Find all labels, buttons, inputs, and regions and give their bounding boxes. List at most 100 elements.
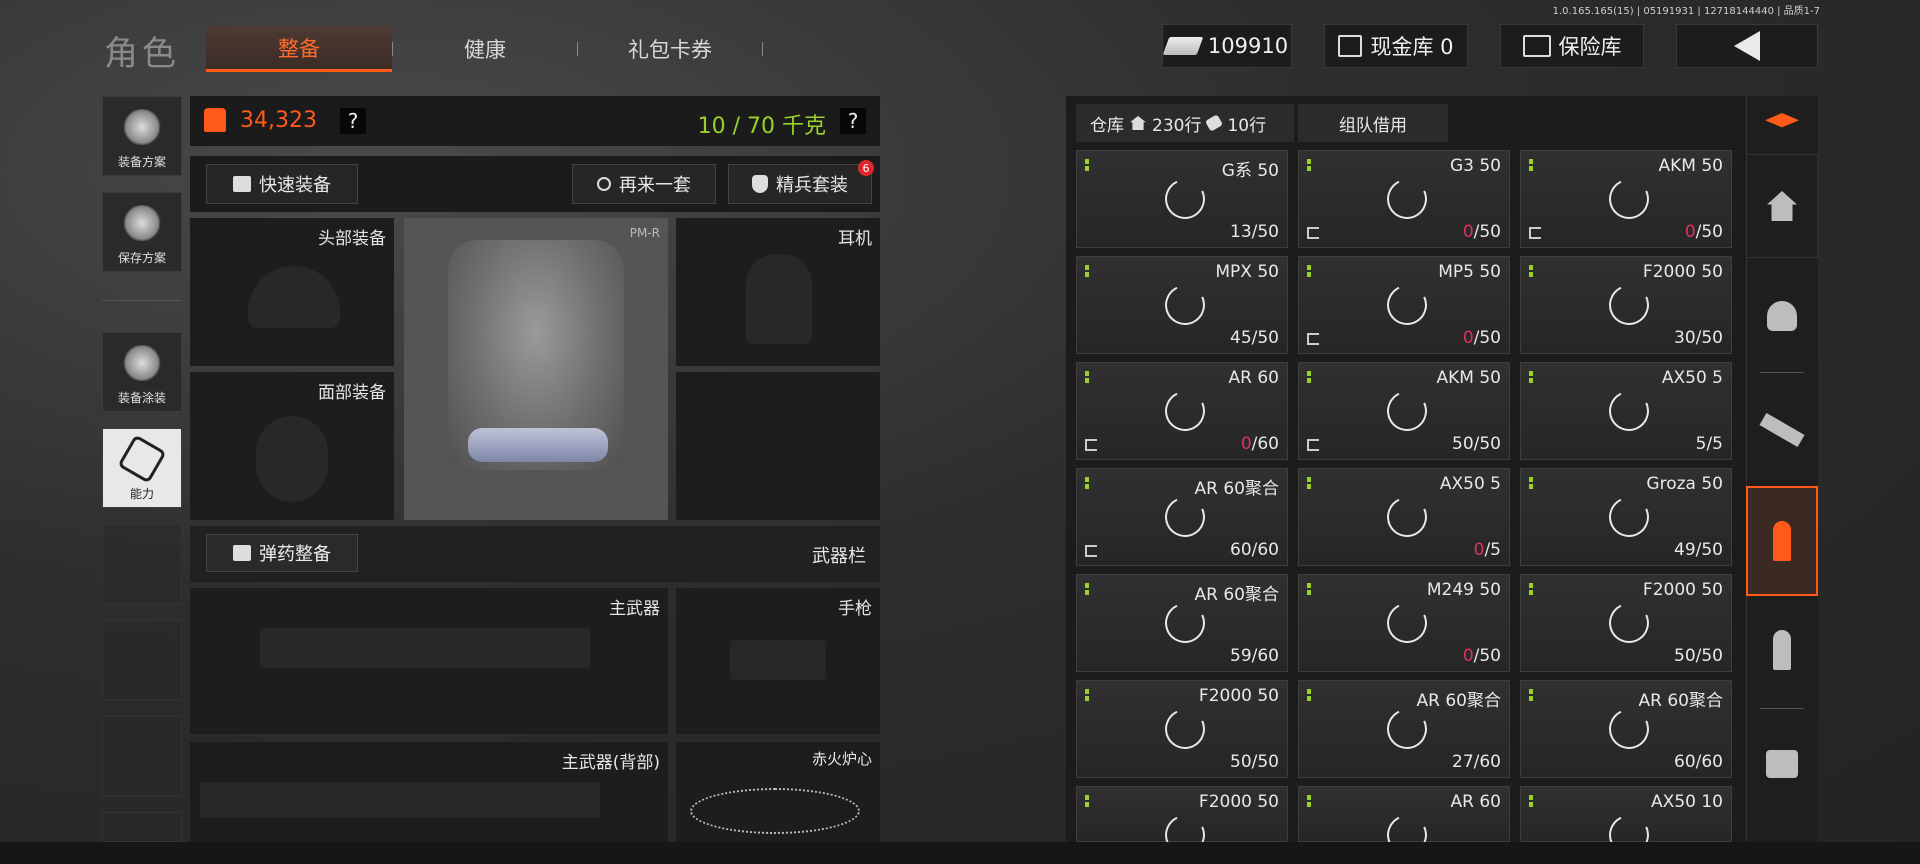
category-home[interactable] [1746, 154, 1818, 258]
tab-gift-cards[interactable]: 礼包卡券 [577, 26, 763, 72]
ammo-card[interactable]: AR 60聚合 60/60 [1520, 680, 1732, 778]
elite-set-button[interactable]: 精兵套装 [728, 164, 872, 204]
ammo-card[interactable]: AKM 50 0/50 [1520, 150, 1732, 248]
back-weapon-slot[interactable]: 主武器(背部) [190, 742, 668, 842]
ammo-card[interactable]: F2000 50 [1076, 786, 1288, 861]
ammo-name: F2000 50 [1642, 262, 1723, 282]
ammo-count-current: 50 [1230, 752, 1252, 772]
team-borrow-label: 组队借用 [1339, 115, 1407, 136]
ammo-count: 27/60 [1452, 752, 1501, 772]
ammo-count: 60/60 [1230, 540, 1279, 560]
loadout-plan-button[interactable]: 装备方案 [102, 96, 182, 176]
ammo-card[interactable]: AKM 50 50/50 [1298, 362, 1510, 460]
ammo-count: 45/50 [1230, 328, 1279, 348]
ammo-card[interactable]: MP5 50 0/50 [1298, 256, 1510, 354]
elite-badge: 6 [858, 160, 874, 176]
ammo-card[interactable]: G3 50 0/50 [1298, 150, 1510, 248]
team-borrow-tab[interactable]: 组队借用 [1298, 104, 1448, 142]
cash-icon [1162, 37, 1204, 55]
tab-health[interactable]: 健康 [392, 26, 578, 72]
empty-gear-slot[interactable] [676, 372, 880, 520]
move-out-icon [1307, 333, 1319, 345]
pistol-slot[interactable]: 手枪 [676, 588, 880, 734]
loading-spinner-icon [1159, 491, 1211, 543]
ammo-card[interactable]: M249 50 0/50 [1298, 574, 1510, 672]
weight-help-button[interactable]: ? [840, 108, 866, 134]
ammo-count-current: 60 [1230, 540, 1252, 560]
ability-button[interactable]: 能力 [102, 428, 182, 508]
ammo-card[interactable]: AX50 5 0/5 [1298, 468, 1510, 566]
ammo-count-max: /50 [1695, 328, 1723, 348]
ammo-name: Groza 50 [1646, 474, 1723, 494]
ammo-count: 0/60 [1241, 434, 1279, 454]
head-gear-slot[interactable]: 头部装备 [190, 218, 394, 366]
category-weapon[interactable] [1746, 380, 1818, 480]
ammo-count-max: /5 [1706, 434, 1723, 454]
headset-slot[interactable]: 耳机 [676, 218, 880, 366]
loading-spinner-icon [1603, 173, 1655, 225]
cash-vault-label: 现金库 0 [1370, 35, 1454, 59]
equipment-skin-label: 装备涂装 [117, 391, 166, 405]
ammo-card[interactable]: G系 50 13/50 [1076, 150, 1288, 248]
ammo-card[interactable]: AX50 5 5/5 [1520, 362, 1732, 460]
quality-indicator [1307, 477, 1311, 489]
ammo-prep-button[interactable]: 弹药整备 [206, 534, 358, 572]
quality-indicator [1085, 795, 1089, 807]
ammo-card[interactable]: MPX 50 45/50 [1076, 256, 1288, 354]
repeat-set-button[interactable]: 再来一套 [572, 164, 716, 204]
rifle-silhouette-icon [200, 782, 600, 818]
ammo-card[interactable]: AR 60聚合 60/60 [1076, 468, 1288, 566]
value-help-button[interactable]: ? [340, 108, 366, 134]
safe-button[interactable]: 保险库 [1500, 24, 1644, 68]
money-value: 109910 [1207, 34, 1289, 58]
ammo-count-max: /60 [1251, 540, 1279, 560]
ammo-card[interactable]: F2000 50 50/50 [1076, 680, 1288, 778]
cash-vault-button[interactable]: 现金库 0 [1324, 24, 1468, 68]
primary-weapon-slot[interactable]: 主武器 [190, 588, 668, 734]
ammo-name: G3 50 [1449, 156, 1501, 176]
quality-indicator [1085, 371, 1089, 383]
ammo-card[interactable]: AX50 10 [1520, 786, 1732, 861]
move-out-icon [1529, 227, 1541, 239]
quality-indicator [1529, 477, 1533, 489]
headset-silhouette-icon [746, 254, 812, 344]
ammo-name: AX50 5 [1439, 474, 1501, 494]
loading-spinner-icon [1381, 597, 1433, 649]
ammo-name: AKM 50 [1436, 368, 1501, 388]
refresh-icon [597, 177, 611, 191]
ammo-card[interactable]: AR 60聚合 27/60 [1298, 680, 1510, 778]
shield-icon [752, 175, 768, 193]
category-ammo[interactable] [1746, 486, 1818, 596]
tab-equip[interactable]: 整备 [206, 26, 392, 72]
save-plan-button[interactable]: 保存方案 [102, 192, 182, 272]
bottom-bar [0, 842, 1920, 864]
ammo-count: 50/50 [1674, 646, 1723, 666]
ammo-card[interactable]: AR 60 0/60 [1076, 362, 1288, 460]
loading-spinner-icon [1159, 703, 1211, 755]
category-backpack[interactable] [1746, 714, 1818, 814]
quick-equip-button[interactable]: 快速装备 [206, 164, 358, 204]
home-small-icon [1130, 116, 1146, 130]
quality-indicator [1307, 583, 1311, 595]
loading-spinner-icon [1381, 491, 1433, 543]
ammo-card[interactable]: AR 60聚合 59/60 [1076, 574, 1288, 672]
ammo-card[interactable]: Groza 50 49/50 [1520, 468, 1732, 566]
equipment-skin-button[interactable]: 装备涂装 [102, 332, 182, 412]
back-button[interactable] [1676, 24, 1818, 68]
body-armor-slot[interactable]: PM-R [404, 218, 668, 520]
category-ammo-gray[interactable] [1746, 600, 1818, 700]
warehouse-tab[interactable]: 仓库 230行 10行 [1076, 104, 1294, 142]
ammo-count-current: 60 [1674, 752, 1696, 772]
charm-slot[interactable]: 赤火炉心 [676, 742, 880, 842]
category-helmet[interactable] [1746, 266, 1818, 366]
ammo-card[interactable]: AR 60 [1298, 786, 1510, 861]
sidebar-empty-slot [102, 716, 182, 796]
loading-spinner-icon [1381, 173, 1433, 225]
face-gear-slot[interactable]: 面部装备 [190, 372, 394, 520]
quality-indicator [1307, 689, 1311, 701]
ticket-icon [1205, 114, 1224, 132]
ammo-name: MP5 50 [1438, 262, 1501, 282]
ammo-card[interactable]: F2000 50 30/50 [1520, 256, 1732, 354]
stack-refresh-button[interactable] [1746, 100, 1818, 150]
ammo-card[interactable]: F2000 50 50/50 [1520, 574, 1732, 672]
